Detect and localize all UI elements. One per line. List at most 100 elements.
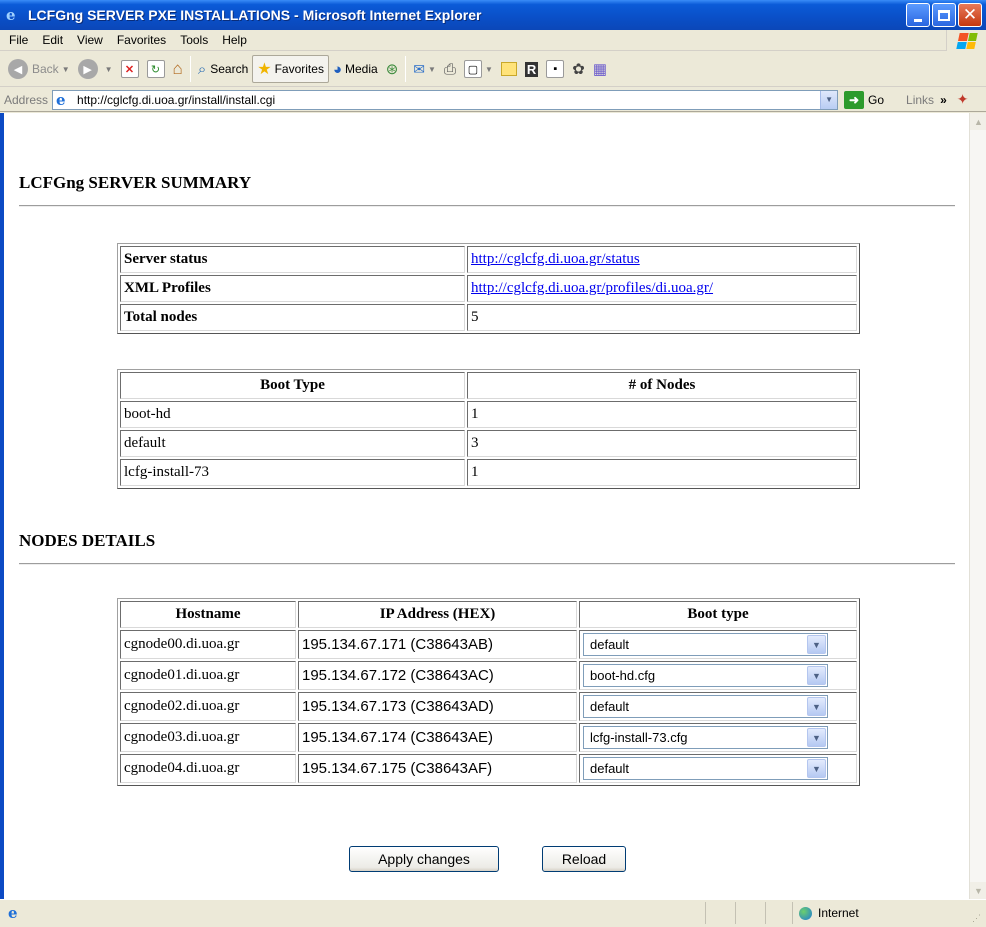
ip-cell: 195.134.67.171 (C38643AB) — [298, 630, 577, 659]
history-button[interactable]: ⊛ — [382, 55, 403, 83]
tool-button[interactable]: ▦ — [589, 55, 611, 83]
search-button[interactable]: ⌕ Search — [194, 55, 252, 83]
boot-type-select[interactable]: lcfg-install-73.cfg ▼ — [583, 726, 828, 749]
print-button[interactable]: ⎙ — [440, 55, 460, 83]
hostname-cell: cgnode02.di.uoa.gr — [120, 692, 296, 721]
column-header: Boot type — [579, 601, 857, 628]
tool-icon: ▦ — [592, 61, 608, 78]
forward-dropdown-icon[interactable]: ▼ — [105, 65, 113, 74]
summary-label: XML Profiles — [120, 275, 465, 302]
summary-value: http://cglcfg.di.uoa.gr/profiles/di.uoa.… — [467, 275, 857, 302]
chevron-down-icon[interactable]: ▼ — [807, 728, 826, 747]
chevron-down-icon[interactable]: ▼ — [807, 697, 826, 716]
media-button[interactable]: ◕ Media — [329, 55, 382, 83]
table-header-row: Boot Type # of Nodes — [120, 372, 857, 399]
vertical-scrollbar[interactable]: ▲ ▼ — [969, 113, 986, 899]
menu-view[interactable]: View — [70, 33, 110, 47]
address-field[interactable]: e ▼ — [52, 89, 839, 110]
column-header: Hostname — [120, 601, 296, 628]
boot-type-select[interactable]: boot-hd.cfg ▼ — [583, 664, 828, 687]
globe-icon — [799, 906, 812, 920]
boot-type-select[interactable]: default ▼ — [583, 695, 828, 718]
boot-type-value: default — [590, 699, 630, 714]
mail-dropdown-icon[interactable]: ▼ — [428, 65, 436, 74]
home-icon: ⌂ — [172, 59, 183, 78]
mail-icon: ✉ — [413, 60, 426, 77]
print-icon: ⎙ — [443, 60, 456, 78]
close-icon: ✕ — [962, 4, 978, 25]
forward-arrow-icon: ▶ — [77, 59, 98, 79]
toolbar-extension-icon[interactable]: ✦ — [957, 91, 969, 108]
window-title-bar[interactable]: e LCFGng SERVER PXE INSTALLATIONS - Micr… — [0, 0, 986, 30]
boot-type-cell: default — [120, 430, 465, 457]
stop-icon: ✕ — [120, 60, 139, 78]
table-row: cgnode02.di.uoa.gr 195.134.67.173 (C3864… — [120, 692, 857, 721]
stop-button[interactable]: ✕ — [117, 55, 143, 83]
forward-button[interactable]: ▶ ▼ — [74, 55, 117, 83]
security-zone: Internet — [792, 902, 972, 924]
boot-type-select[interactable]: default ▼ — [583, 757, 828, 780]
ip-cell: 195.134.67.172 (C38643AC) — [298, 661, 577, 690]
media-icon: ◕ — [332, 60, 343, 78]
column-header: # of Nodes — [467, 372, 857, 399]
go-label: Go — [868, 92, 885, 107]
boot-select-cell: boot-hd.cfg ▼ — [579, 661, 857, 690]
home-button[interactable]: ⌂ — [169, 55, 187, 83]
menu-tools[interactable]: Tools — [173, 33, 215, 47]
minimize-button[interactable] — [906, 3, 930, 27]
mail-button[interactable]: ✉ ▼ — [409, 55, 440, 83]
boot-select-cell: default ▼ — [579, 630, 857, 659]
ip-cell: 195.134.67.173 (C38643AD) — [298, 692, 577, 721]
xml-profiles-link[interactable]: http://cglcfg.di.uoa.gr/profiles/di.uoa.… — [471, 280, 713, 296]
media-label: Media — [345, 62, 378, 76]
address-dropdown-icon[interactable]: ▼ — [820, 90, 838, 109]
reload-button[interactable]: Reload — [542, 846, 626, 872]
links-label[interactable]: Links — [906, 93, 934, 107]
chevron-down-icon[interactable]: ▼ — [807, 635, 826, 654]
boot-type-table: Boot Type # of Nodes boot-hd 1 default 3… — [117, 369, 860, 489]
favorites-button[interactable]: ★ Favorites — [252, 55, 329, 83]
status-pane — [705, 902, 735, 924]
research-button[interactable]: R — [521, 55, 542, 83]
discuss-button[interactable] — [497, 55, 521, 83]
chevron-down-icon[interactable]: ▼ — [807, 666, 826, 685]
menu-help[interactable]: Help — [215, 33, 254, 47]
scroll-down-icon[interactable]: ▼ — [970, 882, 986, 899]
back-dropdown-icon[interactable]: ▼ — [62, 65, 70, 74]
extension-button[interactable]: ✿ — [568, 55, 589, 83]
server-status-link[interactable]: http://cglcfg.di.uoa.gr/status — [471, 251, 640, 267]
table-row: Server status http://cglcfg.di.uoa.gr/st… — [120, 246, 857, 273]
boot-type-cell: lcfg-install-73 — [120, 459, 465, 486]
maximize-button[interactable] — [932, 3, 956, 27]
refresh-button[interactable]: ↻ — [143, 55, 169, 83]
edit-button[interactable]: ▢ ▼ — [460, 55, 497, 83]
resize-grip-icon[interactable]: ⋰ — [972, 913, 984, 925]
hostname-cell: cgnode03.di.uoa.gr — [120, 723, 296, 752]
boot-type-value: default — [590, 761, 630, 776]
go-button[interactable]: ➜ Go — [844, 90, 885, 109]
table-header-row: Hostname IP Address (HEX) Boot type — [120, 601, 857, 628]
menu-favorites[interactable]: Favorites — [110, 33, 173, 47]
windows-logo-icon — [946, 30, 986, 51]
refresh-icon: ↻ — [146, 60, 165, 78]
close-button[interactable]: ✕ — [958, 3, 982, 27]
total-nodes-value: 5 — [467, 304, 857, 331]
messenger-button[interactable]: ▪ — [542, 55, 568, 83]
chevron-down-icon[interactable]: ▼ — [807, 759, 826, 778]
scroll-up-icon[interactable]: ▲ — [970, 113, 986, 130]
apply-changes-button[interactable]: Apply changes — [349, 846, 499, 872]
node-count-cell: 1 — [467, 401, 857, 428]
back-button[interactable]: ◀ Back ▼ — [4, 55, 74, 83]
menu-edit[interactable]: Edit — [35, 33, 70, 47]
links-chevron[interactable]: » — [940, 93, 947, 107]
menu-file[interactable]: File — [2, 33, 35, 47]
divider — [19, 563, 955, 565]
table-row: default 3 — [120, 430, 857, 457]
boot-type-value: lcfg-install-73.cfg — [590, 730, 688, 745]
summary-heading: LCFGng SERVER SUMMARY — [19, 173, 252, 192]
url-input[interactable] — [75, 91, 816, 108]
boot-type-select[interactable]: default ▼ — [583, 633, 828, 656]
toolbar: ◀ Back ▼ ▶ ▼ ✕ ↻ ⌂ ⌕ Search ★ Favorites … — [0, 52, 986, 87]
edit-dropdown-icon[interactable]: ▼ — [485, 65, 493, 74]
boot-select-cell: default ▼ — [579, 754, 857, 783]
